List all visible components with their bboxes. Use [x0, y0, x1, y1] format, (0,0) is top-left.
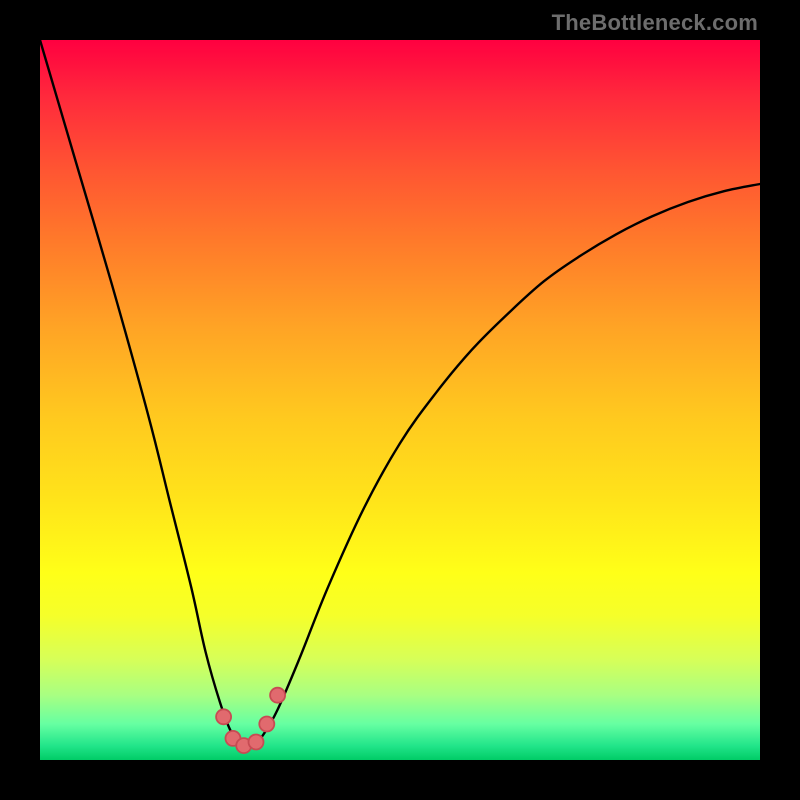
curve-marker	[216, 709, 231, 724]
chart-frame: TheBottleneck.com	[0, 0, 800, 800]
plot-area	[40, 40, 760, 760]
curve-markers	[216, 688, 285, 753]
curve-marker	[259, 717, 274, 732]
curve-marker	[249, 735, 264, 750]
curve-marker	[270, 688, 285, 703]
chart-overlay	[40, 40, 760, 760]
bottleneck-curve	[40, 40, 760, 747]
attribution-label: TheBottleneck.com	[552, 10, 758, 36]
